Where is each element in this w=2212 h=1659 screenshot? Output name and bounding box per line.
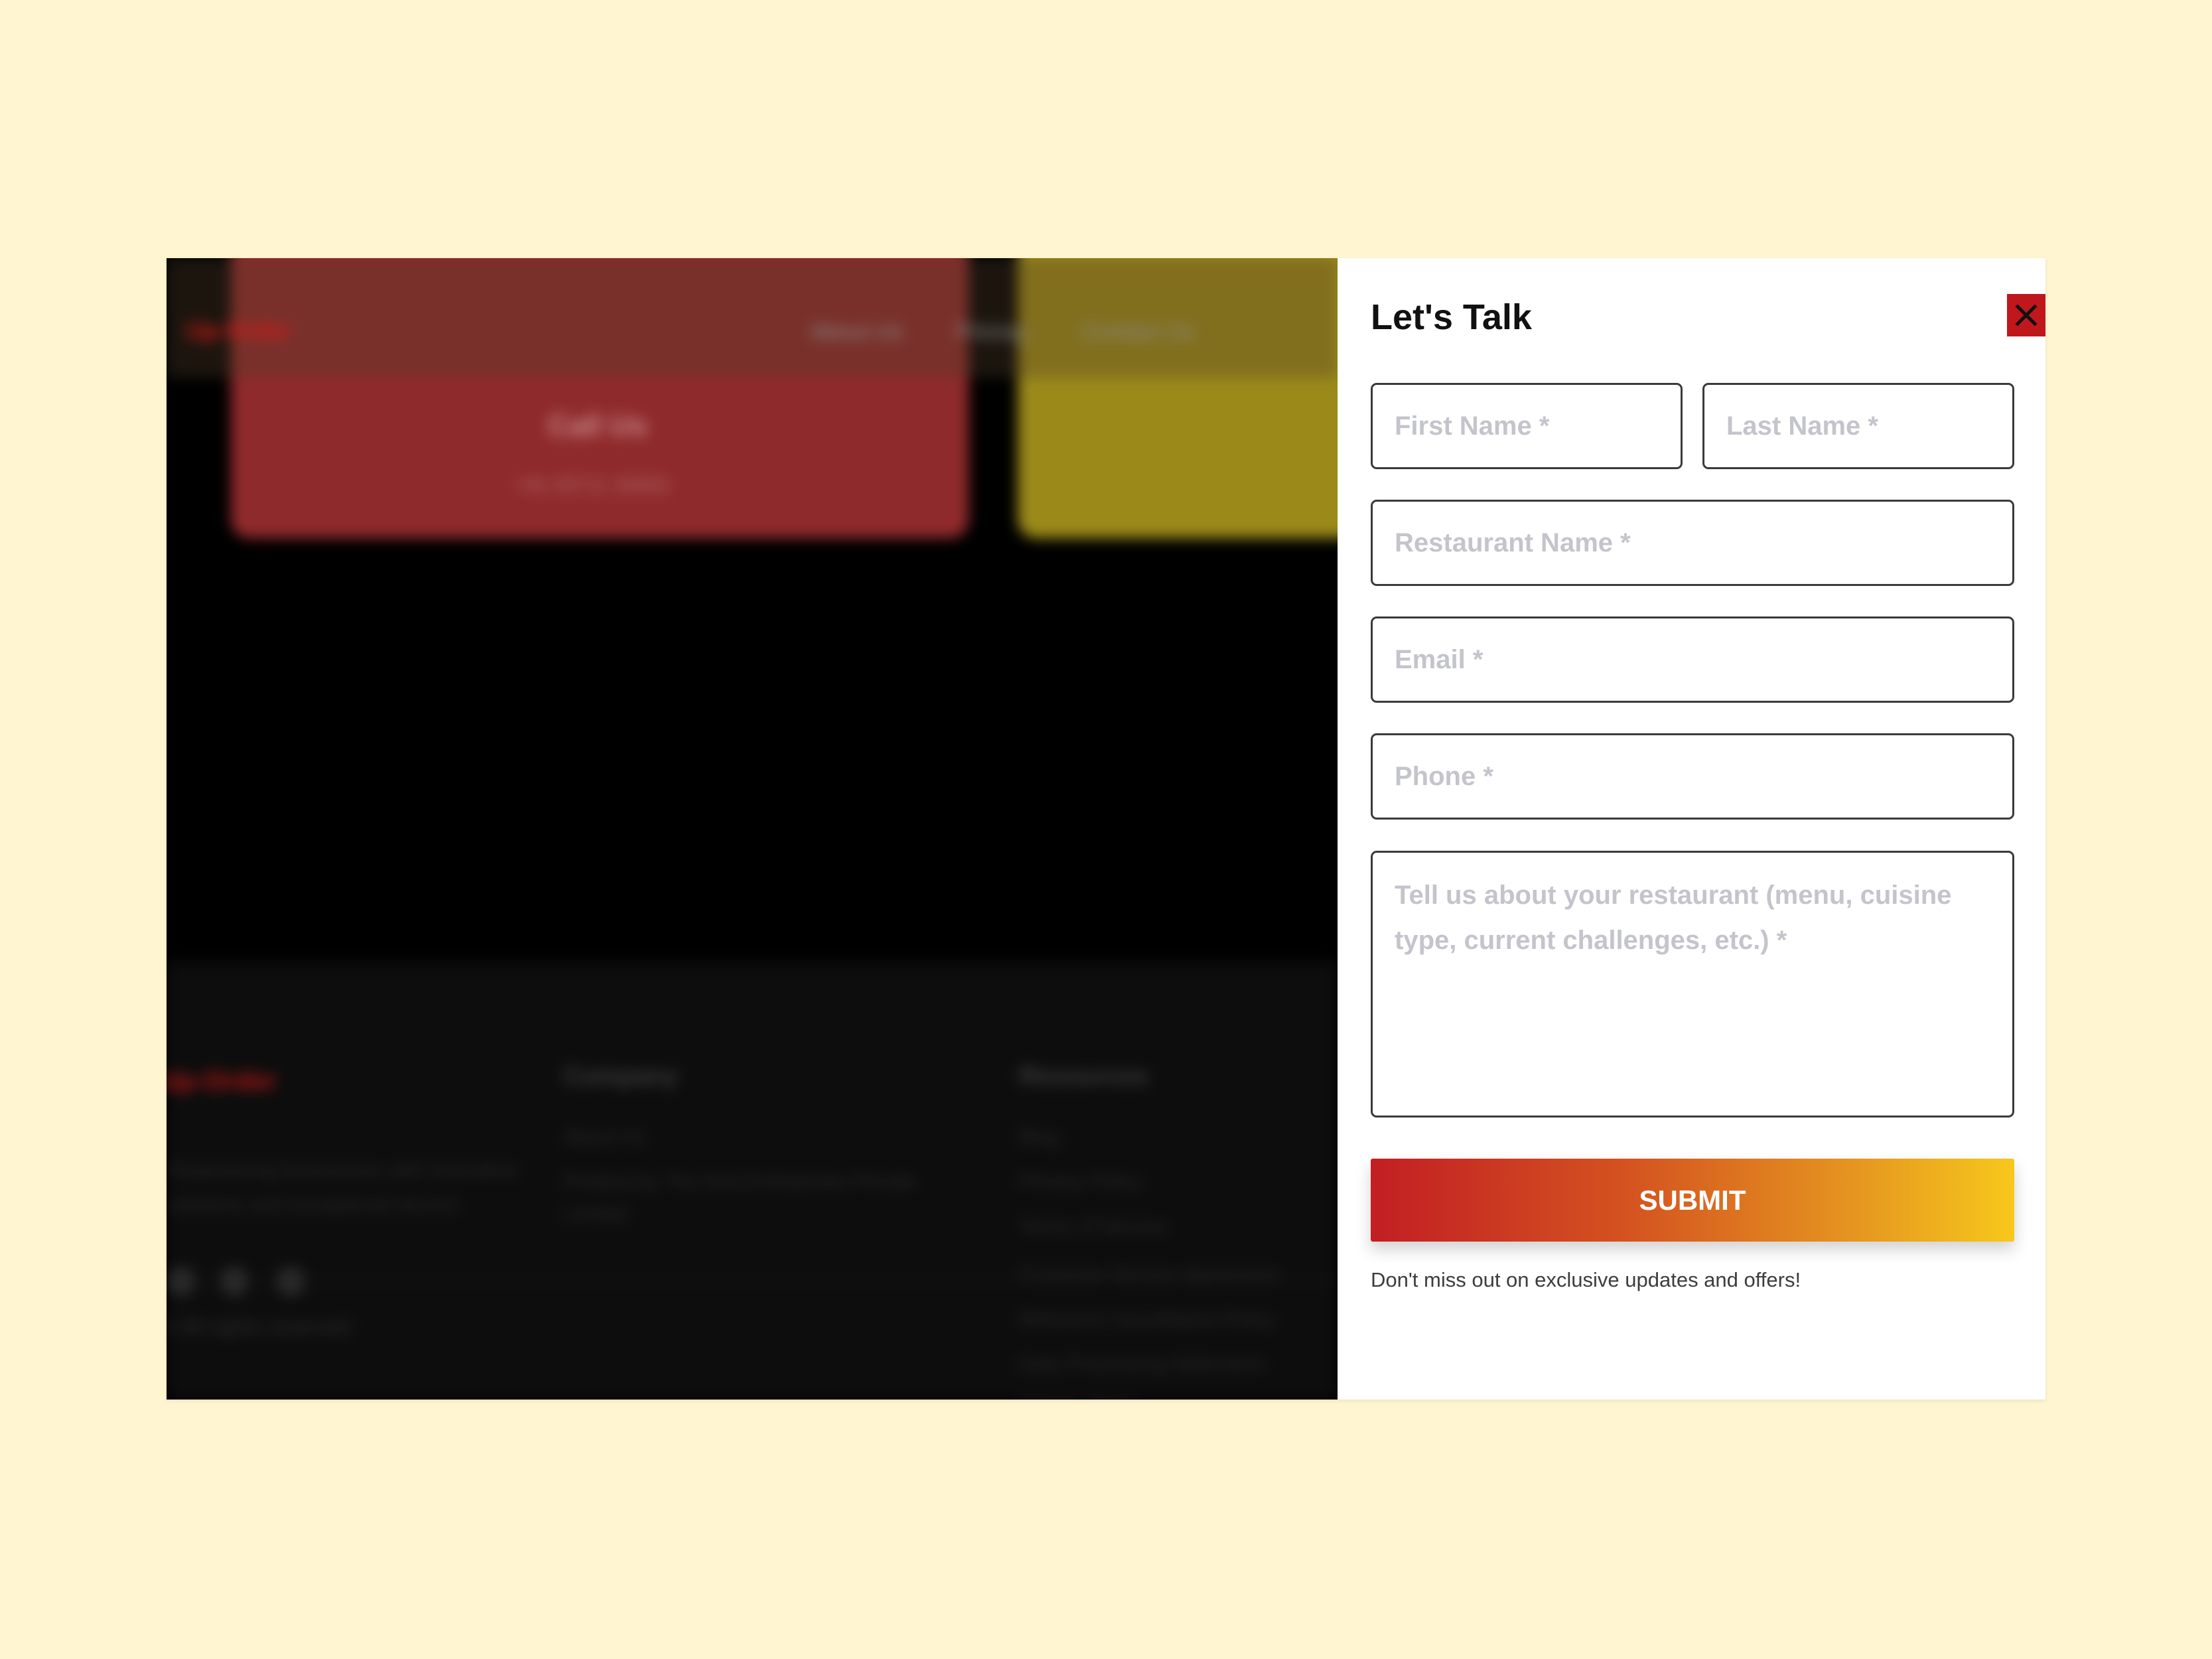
nav-link-about: About Us [810,319,903,344]
close-icon [2015,304,2038,326]
first-name-placeholder: First Name * [1395,411,1550,441]
first-name-input[interactable]: First Name * [1371,383,1683,469]
close-button[interactable] [2007,294,2045,336]
restaurant-details-textarea[interactable]: Tell us about your restaurant (menu, cui… [1371,851,2014,1118]
email-placeholder: Email * [1395,644,1484,674]
card-title: Call Us [548,409,648,442]
footer-resources-heading: Resources [1019,1062,1148,1090]
footer-company-link-2: Product by Tria Soul Enterprises Private [563,1171,916,1192]
footer-company-link-1: About Us [563,1126,646,1148]
footer-divider [167,1280,1338,1281]
last-name-input[interactable]: Last Name * [1702,383,2014,469]
footer-resources-link-1: Blog [1019,1126,1060,1148]
footer-company-link-3: Limited [563,1203,628,1225]
facebook-icon [167,1267,196,1296]
modal-title: Let's Talk [1371,297,1532,337]
nav-link-contact: Contact Us [1082,319,1194,344]
footer-tagline-2: solutions and exceptional service [167,1194,459,1216]
background-page: Up-Order About Us Pricing Contact Us Cal… [167,258,1338,1400]
footer-resources-link-2: Privacy Policy [1019,1171,1143,1192]
restaurant-name-input[interactable]: Restaurant Name * [1371,500,2014,586]
restaurant-name-placeholder: Restaurant Name * [1395,528,1631,557]
footer-brand: Up-Order [167,1066,277,1096]
footer-company-heading: Company [563,1062,679,1090]
email-input[interactable]: Email * [1371,616,2014,703]
footer-resources-link-7: Cookie Policy [1019,1394,1140,1400]
footer-copyright: © All rights reserved [167,1315,350,1338]
instagram-icon [276,1267,305,1296]
restaurant-details-placeholder: Tell us about your restaurant (menu, cui… [1395,881,1952,955]
footer-resources-link-6: Data Processing Addendum [1019,1353,1266,1375]
footer-resources-link-4: Customer Service Agreement [1019,1263,1279,1285]
blurred-content: Up-Order About Us Pricing Contact Us Cal… [167,258,1338,1400]
screenshot-frame: Up-Order About Us Pricing Contact Us Cal… [167,258,2045,1400]
background-navbar [167,258,1338,378]
submit-button[interactable]: SUBMIT [1371,1159,2014,1242]
phone-placeholder: Phone * [1395,761,1493,791]
footer-resources-link-3: Terms of Service [1019,1216,1168,1238]
footer-tagline-1: Empowering businesses with innovative [167,1159,519,1181]
linkedin-icon [220,1267,249,1296]
footer-resources-link-5: Refund & Cancellation Policy [1019,1309,1276,1331]
nav-link-pricing: Pricing [956,319,1025,344]
last-name-placeholder: Last Name * [1726,411,1878,441]
updates-note: Don't miss out on exclusive updates and … [1371,1268,1801,1291]
nav-brand: Up-Order [186,317,292,344]
card-subtitle: +91 93711 30900 [515,474,669,496]
lets-talk-modal: Let's Talk First Name * Last Name * Rest… [1338,258,2045,1400]
phone-input[interactable]: Phone * [1371,733,2014,820]
